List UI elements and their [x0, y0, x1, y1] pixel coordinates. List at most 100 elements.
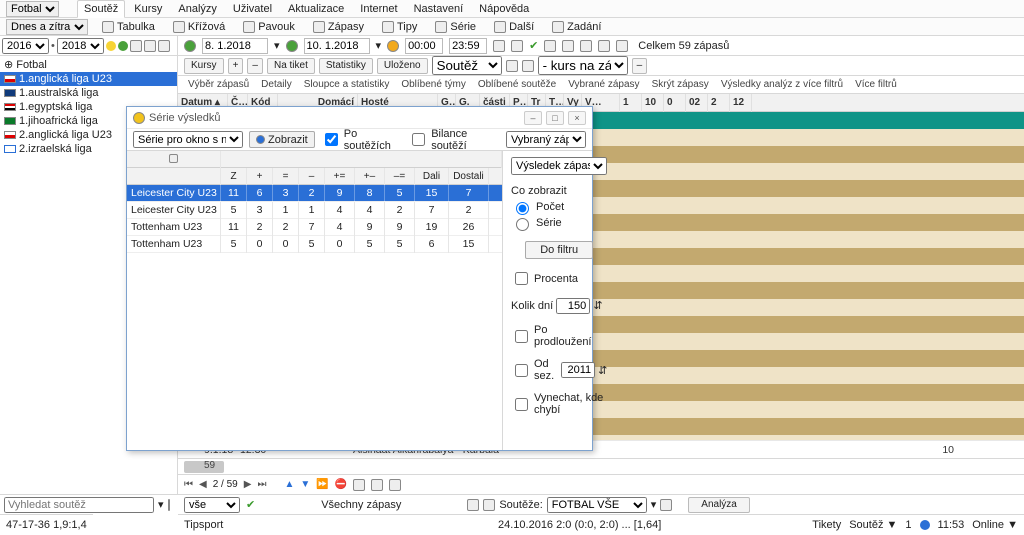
btn-zadani[interactable]: Zadání	[548, 20, 605, 34]
date-from-picker-icon[interactable]: ▾	[274, 39, 280, 52]
vse-select[interactable]: vše	[184, 497, 240, 513]
btn-minus[interactable]: –	[247, 58, 263, 74]
menu-uživatel[interactable]: Uživatel	[226, 0, 279, 18]
menu-aktualizace[interactable]: Aktualizace	[281, 0, 351, 18]
tool3-icon[interactable]	[580, 40, 592, 52]
btn-dash[interactable]: –	[632, 58, 648, 74]
dot-yellow-icon[interactable]	[106, 41, 116, 51]
tool1-icon[interactable]	[544, 40, 556, 52]
nav-first-icon[interactable]: ⏮	[184, 479, 193, 490]
col-0[interactable]: 0	[664, 94, 686, 112]
nav-up-icon[interactable]: ▲	[284, 479, 294, 490]
menu-soutěž[interactable]: Soutěž	[77, 0, 125, 18]
dlgcol-minus[interactable]: –	[299, 168, 325, 185]
col-10[interactable]: 10	[642, 94, 664, 112]
corner-icon[interactable]	[169, 154, 178, 163]
btn-dalsi[interactable]: Další	[490, 20, 538, 34]
search-go-icon[interactable]: ▾	[158, 498, 164, 511]
nav-grid-icon[interactable]	[353, 479, 365, 491]
time-to[interactable]	[449, 38, 487, 54]
spinner-icon[interactable]: ⇵	[593, 300, 602, 312]
nav-stop-icon[interactable]: ⛔	[335, 479, 347, 490]
bb-icon3[interactable]	[660, 499, 672, 511]
tool2-icon[interactable]	[562, 40, 574, 52]
nav-last-icon[interactable]: ⏭	[257, 479, 266, 490]
btn-zapasy[interactable]: Zápasy	[309, 20, 368, 34]
filter2-icon[interactable]	[522, 60, 534, 72]
paste-icon[interactable]	[158, 40, 170, 52]
subtab[interactable]: Oblíbené týmy	[397, 78, 469, 91]
dlg-row[interactable]: Tottenham U23112274991926	[127, 219, 502, 236]
next-icon[interactable]	[286, 40, 298, 52]
kurs-select[interactable]: - kurs na zápas -	[538, 56, 628, 75]
btn-zobrazit[interactable]: Zobrazit	[249, 131, 315, 148]
dlg-combo[interactable]: Série pro okno s nabídkou	[133, 131, 243, 148]
subtab[interactable]: Výběr zápasů	[184, 78, 253, 91]
btn-tipy[interactable]: Tipy	[378, 20, 421, 34]
minimize-button[interactable]: –	[524, 111, 542, 125]
btn-pavouk[interactable]: Pavouk	[239, 20, 299, 34]
btn-na-tiket[interactable]: Na tiket	[267, 58, 315, 74]
col-2[interactable]: 2	[708, 94, 730, 112]
dot-green-icon[interactable]	[118, 41, 128, 51]
refresh-icon[interactable]	[493, 40, 505, 52]
bb-icon1[interactable]	[467, 499, 479, 511]
filter-icon[interactable]	[506, 60, 518, 72]
date-from[interactable]	[202, 38, 268, 54]
tree-item[interactable]: 1.anglická liga U23	[0, 72, 177, 86]
nav-next-icon[interactable]: ▶	[244, 479, 252, 490]
btn-tabulka[interactable]: Tabulka	[98, 20, 159, 34]
dlgcol-pm[interactable]: +–	[355, 168, 385, 185]
col-12[interactable]: 12	[730, 94, 752, 112]
date-to-picker-icon[interactable]: ▾	[376, 39, 382, 52]
dlgcol-em[interactable]: –=	[385, 168, 415, 185]
nav-down-icon[interactable]: ▼	[300, 479, 310, 490]
btn-statistiky[interactable]: Statistiky	[319, 58, 373, 74]
radio-serie[interactable]: Série	[511, 215, 607, 231]
cb-od-sez[interactable]: Od sez. ⇵	[511, 358, 607, 382]
cb-po-soutezich[interactable]: Po soutěžích	[321, 128, 402, 152]
subtab[interactable]: Sloupce a statistiky	[300, 78, 394, 91]
dialog-titlebar[interactable]: Série výsledků – □ ×	[127, 107, 592, 129]
cb-po-prodl[interactable]: Po prodloužení	[511, 324, 607, 348]
nav-chart-icon[interactable]	[371, 479, 383, 491]
save-icon[interactable]	[511, 40, 523, 52]
status-tikety[interactable]: Tikety	[812, 519, 841, 531]
btn-kursy[interactable]: Kursy	[184, 58, 224, 74]
dlg-vysledek[interactable]: Výsledek zápasu	[511, 157, 607, 175]
period-select[interactable]: Dnes a zítra	[6, 19, 88, 35]
bb-dd-icon[interactable]: ▾	[651, 498, 657, 511]
btn-serie[interactable]: Série	[431, 20, 480, 34]
dlgcol-eq[interactable]: =	[273, 168, 299, 185]
close-button[interactable]: ×	[568, 111, 586, 125]
clock-icon[interactable]	[387, 40, 399, 52]
dlg-row[interactable]: Leicester City U2311632985157	[127, 185, 502, 202]
cb-procenta[interactable]: Procenta	[511, 269, 607, 288]
subtab[interactable]: Oblíbené soutěže	[474, 78, 560, 91]
soutez-select[interactable]: Soutěž	[432, 56, 502, 75]
dlg-vybrany[interactable]: Vybraný zápas	[506, 131, 586, 148]
menu-kursy[interactable]: Kursy	[127, 0, 169, 18]
year-from[interactable]: 2016	[2, 38, 49, 54]
copy-icon[interactable]	[144, 40, 156, 52]
menu-analýzy[interactable]: Analýzy	[171, 0, 224, 18]
btn-ulozeno[interactable]: Uloženo	[377, 58, 428, 74]
bb-check-icon[interactable]: ✔	[246, 498, 255, 511]
search-find-icon[interactable]	[168, 499, 170, 511]
radio-pocet[interactable]: Počet	[511, 199, 607, 215]
prev-icon[interactable]	[184, 40, 196, 52]
time-from[interactable]	[405, 38, 443, 54]
dlgcol-pe[interactable]: +=	[325, 168, 355, 185]
col-02[interactable]: 02	[686, 94, 708, 112]
search-input[interactable]	[4, 497, 154, 513]
od-sez-input[interactable]	[561, 362, 595, 378]
btn-analyza[interactable]: Analýza	[688, 497, 750, 513]
sport-select[interactable]: Fotbal	[6, 1, 59, 17]
od-sez-spinner-icon[interactable]: ⇵	[598, 364, 607, 377]
menu-internet[interactable]: Internet	[353, 0, 404, 18]
subtab[interactable]: Skrýt zápasy	[648, 78, 713, 91]
cb-bilance[interactable]: Bilance soutěží	[408, 128, 500, 152]
tree-root[interactable]: ⊕Fotbal	[0, 58, 177, 72]
maximize-button[interactable]: □	[546, 111, 564, 125]
menu-nápověda[interactable]: Nápověda	[472, 0, 536, 18]
